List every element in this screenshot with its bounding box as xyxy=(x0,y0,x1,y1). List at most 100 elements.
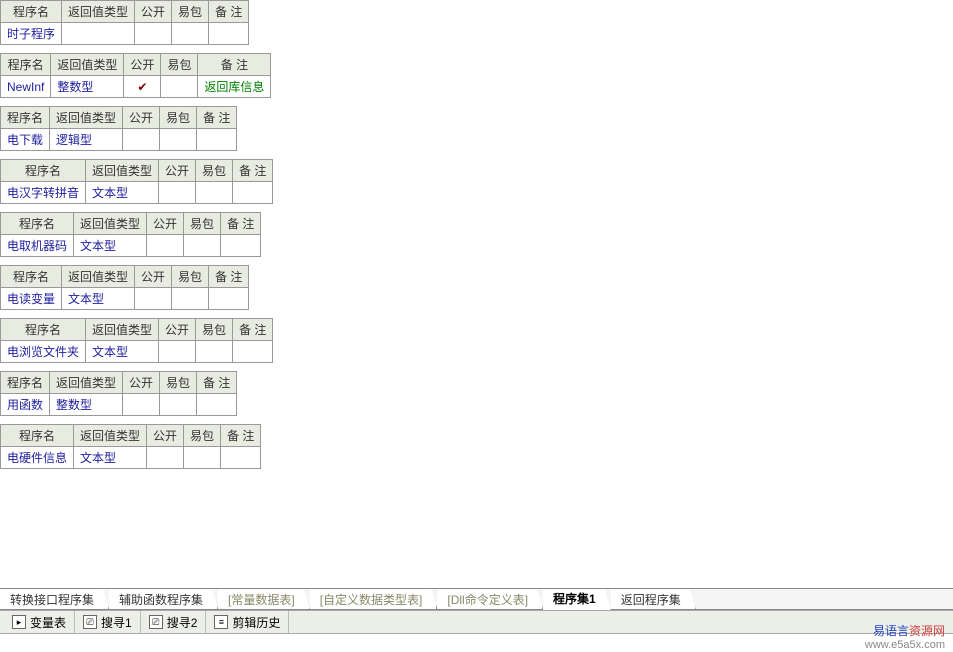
subroutine-name[interactable]: NewInf xyxy=(1,76,51,98)
public-cell[interactable] xyxy=(135,23,172,45)
header-return-type: 返回值类型 xyxy=(62,266,135,288)
header-package: 易包 xyxy=(172,1,209,23)
header-note: 备 注 xyxy=(197,107,237,129)
subroutine-table: 程序名 返回值类型 公开 易包 备 注 用函数 整数型 xyxy=(0,371,237,416)
tab-转换接口程序集[interactable]: 转换接口程序集 xyxy=(0,589,109,609)
note-cell[interactable] xyxy=(233,182,273,204)
return-type[interactable]: 文本型 xyxy=(74,447,147,469)
table-row[interactable]: NewInf 整数型 ✔ 返回库信息 xyxy=(1,76,271,98)
table-row[interactable]: 电汉字转拼音 文本型 xyxy=(1,182,273,204)
return-type[interactable]: 逻辑型 xyxy=(50,129,123,151)
status-icon: ⎚ xyxy=(149,615,163,629)
header-note: 备 注 xyxy=(233,319,273,341)
status-剪辑历史[interactable]: ≡ 剪辑历史 xyxy=(206,611,289,633)
subroutine-name[interactable]: 电汉字转拼音 xyxy=(1,182,86,204)
note-cell[interactable] xyxy=(233,341,273,363)
return-type[interactable]: 文本型 xyxy=(62,288,135,310)
package-cell[interactable] xyxy=(184,447,221,469)
public-cell[interactable] xyxy=(123,394,160,416)
header-return-type: 返回值类型 xyxy=(86,319,159,341)
header-note: 备 注 xyxy=(197,372,237,394)
note-cell[interactable] xyxy=(221,235,261,257)
public-cell[interactable] xyxy=(123,129,160,151)
public-cell[interactable] xyxy=(159,341,196,363)
subroutine-name[interactable]: 时子程序 xyxy=(1,23,62,45)
tab-辅助函数程序集[interactable]: 辅助函数程序集 xyxy=(109,589,218,609)
status-搜寻1[interactable]: ⎚搜寻1 xyxy=(75,611,141,633)
table-row[interactable]: 电浏览文件夹 文本型 xyxy=(1,341,273,363)
tab-Dll命令定义表[interactable]: [Dll命令定义表] xyxy=(437,589,543,609)
tab-程序集1[interactable]: 程序集1 xyxy=(543,589,611,610)
return-type[interactable]: 文本型 xyxy=(86,341,159,363)
public-cell[interactable] xyxy=(135,288,172,310)
subroutine-name[interactable]: 电下载 xyxy=(1,129,50,151)
return-type[interactable]: 整数型 xyxy=(51,76,124,98)
subroutine-name[interactable]: 电读变量 xyxy=(1,288,62,310)
header-name: 程序名 xyxy=(1,319,86,341)
module-tabs: 转换接口程序集辅助函数程序集[常量数据表][自定义数据类型表][Dll命令定义表… xyxy=(0,588,953,610)
status-变量表[interactable]: ▸变量表 xyxy=(4,611,75,633)
table-row[interactable]: 电读变量 文本型 xyxy=(1,288,249,310)
header-note: 备 注 xyxy=(198,54,271,76)
header-public: 公开 xyxy=(147,213,184,235)
table-row[interactable]: 电下载 逻辑型 xyxy=(1,129,237,151)
subroutine-name[interactable]: 电硬件信息 xyxy=(1,447,74,469)
subroutine-table: 程序名 返回值类型 公开 易包 备 注 电汉字转拼音 文本型 xyxy=(0,159,273,204)
table-row[interactable]: 电硬件信息 文本型 xyxy=(1,447,261,469)
header-note: 备 注 xyxy=(209,1,249,23)
table-row[interactable]: 用函数 整数型 xyxy=(1,394,237,416)
package-cell[interactable] xyxy=(160,394,197,416)
public-cell[interactable] xyxy=(147,447,184,469)
header-public: 公开 xyxy=(124,54,161,76)
header-public: 公开 xyxy=(123,372,160,394)
header-note: 备 注 xyxy=(221,425,261,447)
header-return-type: 返回值类型 xyxy=(86,160,159,182)
package-cell[interactable] xyxy=(172,288,209,310)
return-type[interactable]: 文本型 xyxy=(74,235,147,257)
status-icon: ▸ xyxy=(12,615,26,629)
subroutine-tables-area: 程序名 返回值类型 公开 易包 备 注 时子程序 程序名 返回值类型 公开 易包… xyxy=(0,0,953,575)
header-note: 备 注 xyxy=(221,213,261,235)
table-row[interactable]: 时子程序 xyxy=(1,23,249,45)
note-cell[interactable] xyxy=(197,129,237,151)
package-cell[interactable] xyxy=(172,23,209,45)
tab-自定义数据类型表[interactable]: [自定义数据类型表] xyxy=(310,589,438,609)
package-cell[interactable] xyxy=(161,76,198,98)
package-cell[interactable] xyxy=(196,182,233,204)
subroutine-name[interactable]: 用函数 xyxy=(1,394,50,416)
return-type[interactable] xyxy=(62,23,135,45)
status-icon: ≡ xyxy=(214,615,228,629)
note-cell[interactable]: 返回库信息 xyxy=(198,76,271,98)
package-cell[interactable] xyxy=(196,341,233,363)
status-搜寻2[interactable]: ⎚搜寻2 xyxy=(141,611,207,633)
status-icon: ⎚ xyxy=(83,615,97,629)
public-cell[interactable] xyxy=(159,182,196,204)
note-cell[interactable] xyxy=(221,447,261,469)
note-cell[interactable] xyxy=(209,288,249,310)
header-name: 程序名 xyxy=(1,213,74,235)
subroutine-name[interactable]: 电取机器码 xyxy=(1,235,74,257)
package-cell[interactable] xyxy=(184,235,221,257)
header-return-type: 返回值类型 xyxy=(74,213,147,235)
header-note: 备 注 xyxy=(233,160,273,182)
public-cell[interactable]: ✔ xyxy=(124,76,161,98)
package-cell[interactable] xyxy=(160,129,197,151)
table-row[interactable]: 电取机器码 文本型 xyxy=(1,235,261,257)
subroutine-table: 程序名 返回值类型 公开 易包 备 注 电下载 逻辑型 xyxy=(0,106,237,151)
header-package: 易包 xyxy=(160,107,197,129)
header-package: 易包 xyxy=(172,266,209,288)
public-cell[interactable] xyxy=(147,235,184,257)
note-cell[interactable] xyxy=(197,394,237,416)
tab-常量数据表[interactable]: [常量数据表] xyxy=(218,589,310,609)
subroutine-name[interactable]: 电浏览文件夹 xyxy=(1,341,86,363)
return-type[interactable]: 文本型 xyxy=(86,182,159,204)
header-public: 公开 xyxy=(159,160,196,182)
note-cell[interactable] xyxy=(209,23,249,45)
status-label: 剪辑历史 xyxy=(232,614,280,631)
return-type[interactable]: 整数型 xyxy=(50,394,123,416)
header-package: 易包 xyxy=(196,319,233,341)
tab-返回程序集[interactable]: 返回程序集 xyxy=(611,589,696,609)
subroutine-table: 程序名 返回值类型 公开 易包 备 注 电硬件信息 文本型 xyxy=(0,424,261,469)
header-package: 易包 xyxy=(184,213,221,235)
header-return-type: 返回值类型 xyxy=(50,107,123,129)
